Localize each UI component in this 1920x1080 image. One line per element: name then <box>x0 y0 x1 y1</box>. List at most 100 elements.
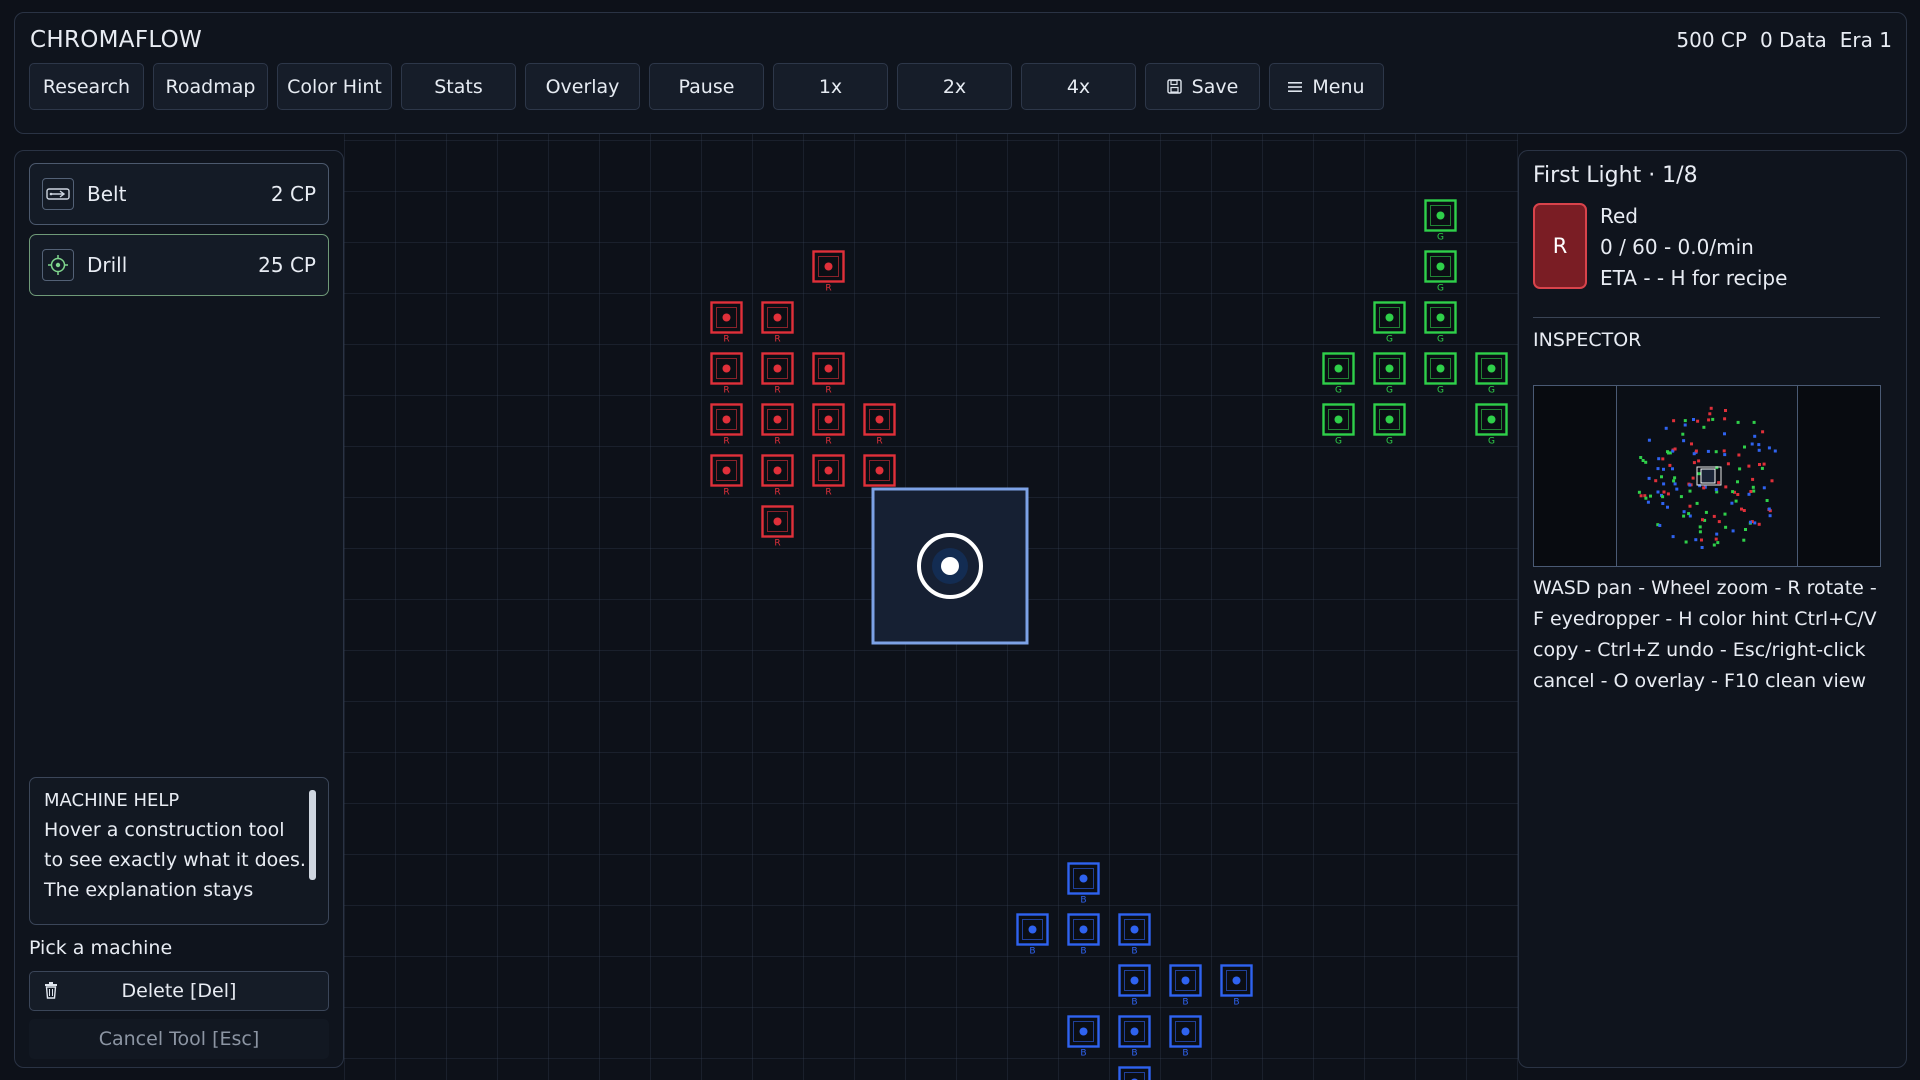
minimap-dot <box>1682 514 1686 518</box>
research-button[interactable]: Research <box>29 63 144 110</box>
minimap-dot <box>1717 481 1721 485</box>
color-hint-button[interactable]: Color Hint <box>277 63 392 110</box>
speed-2x-button[interactable]: 2x <box>897 63 1012 110</box>
minimap-dot <box>1682 510 1686 514</box>
machine-help-title: MACHINE HELP <box>44 790 180 811</box>
minimap-dot <box>1723 432 1726 436</box>
level-title: First Light · 1/8 <box>1533 163 1698 188</box>
save-label: Save <box>1191 75 1239 98</box>
minimap-dot <box>1722 449 1726 453</box>
minimap-dot <box>1737 453 1741 457</box>
minimap-dot <box>1708 412 1712 416</box>
minimap-dot <box>1662 467 1665 471</box>
inspector-title: INSPECTOR <box>1533 329 1642 351</box>
app-title: CHROMAFLOW <box>30 27 203 53</box>
belt-icon <box>42 178 74 210</box>
goal-color-name: Red <box>1600 204 1638 228</box>
minimap-dot <box>1770 479 1774 483</box>
minimap-dot <box>1757 443 1761 447</box>
tool-belt-cost: 2 CP <box>270 182 316 206</box>
minimap-dot <box>1724 409 1727 412</box>
tool-belt[interactable]: Belt 2 CP <box>29 163 329 225</box>
minimap-dot <box>1760 466 1764 470</box>
minimap-dot <box>1736 480 1739 484</box>
minimap-dot <box>1688 483 1692 487</box>
minimap-dot <box>1714 488 1718 492</box>
pick-machine-label: Pick a machine <box>29 937 173 959</box>
minimap-dot <box>1679 495 1683 499</box>
minimap-dot <box>1707 418 1711 422</box>
tool-drill-cost: 25 CP <box>258 253 316 277</box>
machine-help-scrollbar[interactable] <box>309 790 316 880</box>
game-grid[interactable] <box>344 134 1518 1080</box>
trash-icon <box>45 982 57 999</box>
goal-info: Red 0 / 60 - 0.0/min ETA - - H for recip… <box>1600 201 1787 294</box>
controls-help-text: WASD pan - Wheel zoom - R rotate - F eye… <box>1533 577 1877 692</box>
menu-button[interactable]: Menu <box>1269 63 1384 110</box>
minimap-dots <box>1637 406 1777 549</box>
minimap-dot <box>1751 477 1755 481</box>
minimap-dot <box>1666 450 1669 454</box>
speed-1x-button[interactable]: 1x <box>773 63 888 110</box>
minimap-dot <box>1656 490 1660 494</box>
overlay-button[interactable]: Overlay <box>525 63 640 110</box>
minimap-dot <box>1698 530 1702 534</box>
overlay-label: Overlay <box>545 75 620 98</box>
minimap-dot <box>1683 423 1687 427</box>
cancel-tool-label: Cancel Tool [Esc] <box>98 1028 260 1050</box>
minimap-dot <box>1723 453 1727 457</box>
minimap-dot <box>1712 543 1716 547</box>
minimap-dot <box>1767 446 1771 450</box>
minimap-dot <box>1661 502 1665 505</box>
stats-button[interactable]: Stats <box>401 63 516 110</box>
minimap-dot <box>1723 512 1727 516</box>
save-button[interactable]: Save <box>1145 63 1260 110</box>
minimap-dot <box>1697 459 1701 463</box>
minimap-dot <box>1702 486 1706 490</box>
minimap-dot <box>1691 476 1695 480</box>
minimap-dot <box>1664 426 1668 430</box>
minimap-dot <box>1690 442 1693 446</box>
minimap-dot <box>1742 509 1746 512</box>
minimap-dot <box>1750 442 1754 446</box>
minimap-dot <box>1639 456 1643 459</box>
minimap-dot <box>1696 419 1700 423</box>
pause-button[interactable]: Pause <box>649 63 764 110</box>
speed-4x-button[interactable]: 4x <box>1021 63 1136 110</box>
minimap[interactable] <box>1533 385 1881 567</box>
minimap-dot <box>1747 464 1751 468</box>
minimap-dot <box>1692 418 1695 421</box>
delete-button[interactable]: Delete [Del] <box>29 971 329 1011</box>
data-counter: 0 Data <box>1759 28 1827 52</box>
speed-4x-label: 4x <box>1066 75 1091 98</box>
minimap-dot <box>1660 475 1663 479</box>
minimap-dot <box>1704 510 1708 514</box>
minimap-dot <box>1757 448 1761 452</box>
cancel-tool-button[interactable]: Cancel Tool [Esc] <box>29 1019 329 1059</box>
minimap-dot <box>1695 501 1699 505</box>
machine-help-box[interactable]: MACHINE HELP Hover a construction tool t… <box>29 777 329 925</box>
minimap-dot <box>1740 507 1743 511</box>
minimap-dot <box>1673 447 1677 451</box>
minimap-dot <box>1731 490 1735 494</box>
minimap-dot <box>1743 445 1746 449</box>
minimap-dot <box>1752 420 1756 424</box>
minimap-dot <box>1672 479 1676 483</box>
roadmap-button[interactable]: Roadmap <box>153 63 268 110</box>
menu-label: Menu <box>1312 75 1365 98</box>
minimap-dot <box>1687 512 1691 516</box>
hamburger-menu-icon <box>1288 81 1303 92</box>
floppy-disk-icon <box>1166 79 1182 94</box>
minimap-dot <box>1768 514 1772 518</box>
info-panel: First Light · 1/8 R Red 0 / 60 - 0.0/min… <box>1518 150 1907 1068</box>
minimap-dot <box>1682 439 1686 443</box>
minimap-dot <box>1736 420 1740 424</box>
minimap-dot <box>1742 538 1746 542</box>
minimap-dot <box>1758 463 1761 466</box>
minimap-dot <box>1757 522 1761 526</box>
minimap-dot <box>1762 486 1766 490</box>
tool-drill[interactable]: Drill 25 CP <box>29 234 329 296</box>
minimap-dot <box>1700 546 1704 549</box>
minimap-dot <box>1712 514 1716 518</box>
minimap-dot <box>1647 438 1651 442</box>
